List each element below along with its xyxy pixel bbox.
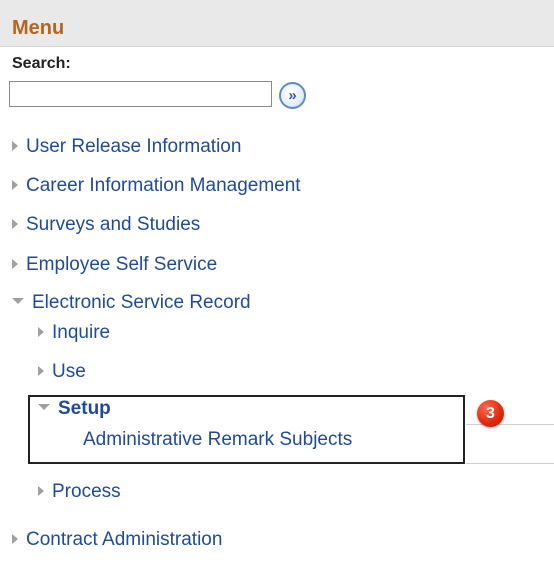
search-label: Search: — [12, 55, 71, 72]
expand-arrow-icon — [38, 326, 44, 337]
nav-subitem-use[interactable]: Use — [38, 361, 86, 383]
double-chevron-right-icon: » — [288, 87, 297, 104]
menu-title: Menu — [12, 17, 65, 39]
nav-item-label: Employee Self Service — [26, 254, 218, 275]
nav-item-label: User Release Information — [26, 136, 242, 157]
expand-arrow-icon — [38, 485, 44, 496]
nav-subitem-label: Use — [52, 361, 86, 382]
nav-item-user-release-information[interactable]: User Release Information — [12, 136, 241, 158]
nav-item-label: Contract Administration — [26, 529, 223, 550]
nav-item-label: Surveys and Studies — [26, 214, 201, 235]
expand-arrow-icon — [38, 365, 44, 376]
nav-item-label: Electronic Service Record — [32, 292, 251, 313]
nav-item-career-information-management[interactable]: Career Information Management — [12, 175, 301, 197]
nav-subitem-process[interactable]: Process — [38, 481, 121, 503]
nav-item-employee-self-service[interactable]: Employee Self Service — [12, 254, 217, 276]
expand-arrow-icon — [12, 140, 18, 151]
nav-subitem-setup[interactable]: Setup — [38, 398, 111, 420]
expand-arrow-icon — [12, 179, 18, 190]
nav-link-administrative-remark-subjects[interactable]: Administrative Remark Subjects — [83, 429, 352, 451]
nav-item-label: Career Information Management — [26, 175, 301, 196]
search-go-button[interactable]: » — [279, 82, 306, 109]
collapse-arrow-icon — [12, 297, 24, 304]
nav-item-surveys-and-studies[interactable]: Surveys and Studies — [12, 214, 200, 236]
menu-panel: Menu Search: » User Release Information … — [0, 0, 554, 564]
nav-subitem-inquire[interactable]: Inquire — [38, 322, 110, 344]
nav-subitem-label: Process — [52, 481, 121, 502]
expand-arrow-icon — [12, 258, 18, 269]
row-divider — [466, 463, 554, 464]
nav-subitem-label: Setup — [58, 398, 111, 419]
nav-link-label: Administrative Remark Subjects — [83, 429, 353, 450]
step-number-badge: 3 — [477, 400, 504, 427]
collapse-arrow-icon — [38, 403, 50, 410]
expand-arrow-icon — [12, 533, 18, 544]
nav-subitem-label: Inquire — [52, 322, 111, 343]
menu-header: Menu — [0, 0, 554, 47]
nav-item-contract-administration[interactable]: Contract Administration — [12, 529, 222, 551]
nav-item-electronic-service-record[interactable]: Electronic Service Record — [12, 292, 251, 314]
row-divider — [466, 424, 554, 425]
search-input[interactable] — [9, 81, 272, 107]
expand-arrow-icon — [12, 218, 18, 229]
